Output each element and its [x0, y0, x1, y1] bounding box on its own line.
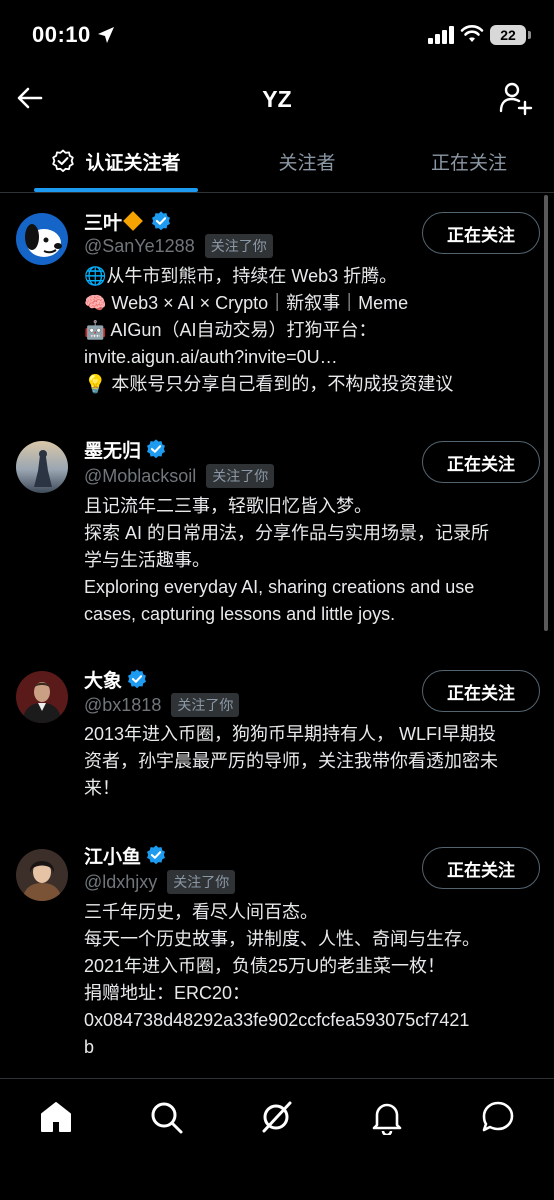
following-button[interactable]: 正在关注 — [422, 441, 540, 483]
follows-you-badge: 关注了你 — [206, 464, 275, 488]
following-button[interactable]: 正在关注 — [422, 847, 540, 889]
bio-line: 0x084738d48292a33fe902ccfcfea593075cf742… — [84, 1010, 470, 1030]
user-name: 三叶 — [84, 212, 123, 234]
tab-bar: 认证关注者 关注者 正在关注 — [0, 130, 554, 193]
status-time: 00:10 — [32, 22, 91, 47]
verified-badge-icon — [147, 439, 165, 459]
header: YZ — [0, 70, 554, 130]
user-bio: 且记流年二三事，轻歌旧忆皆入梦。 探索 AI 的日常用法，分享作品与实用场景，记… — [84, 493, 542, 628]
battery-tip — [528, 31, 531, 39]
tab-followers[interactable]: 关注者 — [230, 130, 384, 192]
cellular-signal-icon — [428, 26, 454, 44]
bio-line: 捐赠地址：ERC20： — [84, 983, 251, 1003]
handle-row: @SanYe1288 关注了你 — [84, 233, 273, 259]
scrollbar[interactable] — [544, 195, 548, 631]
bio-line: 资者，孙宇晨最严厉的导师，关注我带你看透加密未 — [84, 751, 498, 771]
bio-line: 且记流年二三事，轻歌旧忆皆入梦。 — [84, 496, 372, 516]
handle-row: @bx1818 关注了你 — [84, 692, 240, 718]
verified-badge-icon — [52, 149, 75, 172]
bio-line: 🌐从牛市到熊市，持续在 Web3 折腾。 — [84, 266, 398, 286]
avatar[interactable] — [16, 671, 68, 723]
bio-line: Exploring everyday AI, sharing creations… — [84, 577, 475, 597]
add-user-icon[interactable] — [498, 80, 534, 116]
active-tab-indicator — [34, 188, 198, 192]
bio-line: 💡 本账号只分享自己看到的，不构成投资建议 — [84, 374, 454, 394]
chat-bubble-icon[interactable] — [480, 1099, 516, 1135]
location-arrow-icon — [98, 27, 114, 43]
bio-line: 探索 AI 的日常用法，分享作品与实用场景，记录所 — [84, 523, 490, 543]
orange-diamond-emoji — [123, 211, 143, 231]
bio-line: 2013年进入币圈，狗狗币早期持有人， WLFI早期投 — [84, 724, 497, 744]
user-name: 大象 — [84, 670, 123, 692]
search-icon[interactable] — [148, 1099, 184, 1135]
user-handle: @bx1818 — [84, 694, 162, 715]
follows-you-badge: 关注了你 — [204, 234, 273, 258]
user-bio: 2013年进入币圈，狗狗币早期持有人， WLFI早期投 资者，孙宇晨最严厉的导师… — [84, 721, 542, 802]
follows-you-badge: 关注了你 — [171, 693, 240, 717]
name-row: 大象 — [84, 665, 148, 693]
name-row: 三叶 — [84, 207, 172, 235]
follows-you-badge: 关注了你 — [167, 870, 236, 894]
grok-icon[interactable] — [258, 1099, 294, 1135]
bio-line: 🧠 Web3 × AI × Crypto｜新叙事｜Meme — [84, 293, 409, 313]
user-handle: @SanYe1288 — [84, 235, 195, 256]
bio-line: 🤖 AIGun（AI自动交易）打狗平台： — [84, 320, 377, 340]
page-title: YZ — [262, 86, 292, 112]
status-bar: 00:10 22 — [0, 0, 554, 70]
user-handle: @ldxhjxy — [84, 871, 158, 892]
verified-badge-icon — [152, 211, 170, 231]
handle-row: @ldxhjxy 关注了你 — [84, 869, 236, 895]
bio-line: cases, capturing lessons and little joys… — [84, 604, 396, 624]
bottom-nav — [0, 1078, 554, 1200]
user-bio: 🌐从牛市到熊市，持续在 Web3 折腾。 🧠 Web3 × AI × Crypt… — [84, 263, 542, 398]
bio-line: 2021年进入币圈，负债25万U的老韭菜一枚！ — [84, 956, 446, 976]
user-name: 墨无归 — [84, 440, 142, 462]
bio-line: 来！ — [84, 778, 120, 798]
following-button[interactable]: 正在关注 — [422, 212, 540, 254]
handle-row: @Moblacksoil 关注了你 — [84, 463, 275, 489]
following-button[interactable]: 正在关注 — [422, 670, 540, 712]
bio-line: 三千年历史，看尽人间百态。 — [84, 902, 318, 922]
tab-label: 认证关注者 — [85, 152, 181, 174]
avatar[interactable] — [16, 213, 68, 265]
user-bio: 三千年历史，看尽人间百态。 每天一个历史故事，讲制度、人性、奇闻与生存。 202… — [84, 899, 542, 1061]
user-name: 江小鱼 — [84, 846, 142, 868]
battery-indicator: 22 — [490, 25, 526, 45]
bio-line: b — [84, 1037, 95, 1057]
verified-badge-icon — [147, 845, 165, 865]
tab-label: 关注者 — [278, 152, 336, 174]
user-handle: @Moblacksoil — [84, 465, 197, 486]
bell-icon[interactable] — [369, 1099, 405, 1135]
bio-link[interactable]: invite.aigun.ai/auth?invite=0U… — [84, 344, 542, 371]
wifi-icon — [460, 25, 484, 42]
bio-line: 学与生活趣事。 — [84, 550, 210, 570]
avatar[interactable] — [16, 441, 68, 493]
verified-badge-icon — [128, 669, 146, 689]
tab-label: 正在关注 — [430, 152, 507, 174]
tab-verified-followers[interactable]: 认证关注者 — [34, 130, 198, 192]
tab-following[interactable]: 正在关注 — [392, 130, 546, 192]
name-row: 江小鱼 — [84, 841, 167, 869]
bio-line: 每天一个历史故事，讲制度、人性、奇闻与生存。 — [84, 929, 480, 949]
avatar[interactable] — [16, 849, 68, 901]
home-icon[interactable] — [38, 1099, 74, 1135]
name-row: 墨无归 — [84, 435, 167, 463]
